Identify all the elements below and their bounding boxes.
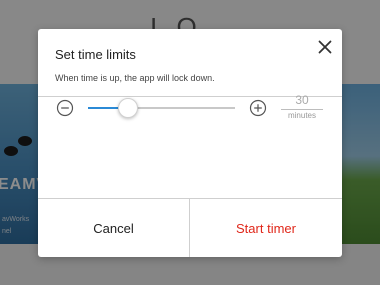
start-timer-button[interactable]: Start timer bbox=[190, 199, 342, 257]
dialog-subtitle: When time is up, the app will lock down. bbox=[55, 73, 215, 83]
time-slider[interactable] bbox=[88, 98, 235, 118]
slider-thumb[interactable] bbox=[118, 98, 138, 118]
minutes-unit-label: minutes bbox=[287, 111, 316, 120]
decrease-button[interactable] bbox=[56, 99, 74, 117]
minus-circle-icon bbox=[56, 99, 74, 117]
minutes-input-underline bbox=[281, 109, 323, 110]
minutes-input[interactable]: 30 bbox=[281, 93, 323, 107]
time-limit-dialog: Set time limits When time is up, the app… bbox=[38, 29, 342, 257]
plus-circle-icon bbox=[249, 99, 267, 117]
increase-button[interactable] bbox=[249, 99, 267, 117]
close-button[interactable] bbox=[314, 36, 336, 58]
cancel-button[interactable]: Cancel bbox=[38, 199, 189, 257]
close-icon bbox=[318, 40, 332, 54]
dialog-title: Set time limits bbox=[55, 47, 136, 62]
